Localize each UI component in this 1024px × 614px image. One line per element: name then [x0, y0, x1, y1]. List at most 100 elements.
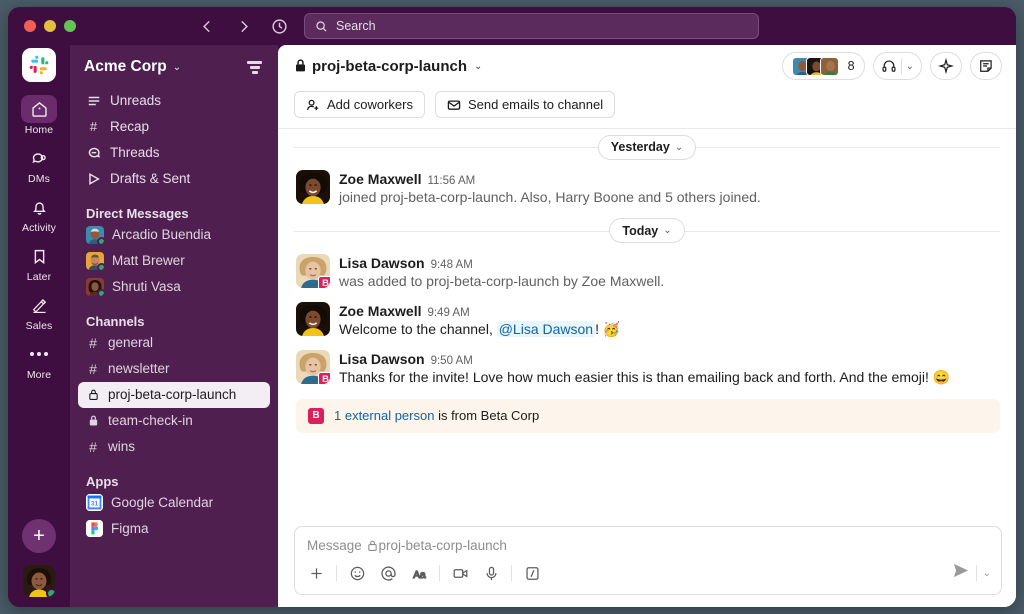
channel-item-newsletter[interactable]: # newsletter [78, 356, 270, 382]
channel-title[interactable]: proj-beta-corp-launch ⌄ [294, 58, 482, 75]
plus-icon[interactable] [305, 562, 327, 584]
message-timestamp[interactable]: 9:50 AM [431, 355, 473, 367]
figma-icon [86, 520, 103, 537]
channel-item-team-check-in[interactable]: team-check-in [78, 408, 270, 434]
presence-indicator [97, 236, 104, 244]
avatar[interactable]: B [296, 349, 330, 384]
chevron-down-icon[interactable]: ⌄ [983, 568, 991, 579]
facepile [791, 56, 839, 76]
format-text-icon[interactable]: Aa [408, 562, 430, 584]
workspace-switcher[interactable]: Acme Corp ⌄ [84, 58, 181, 76]
channel-item-general[interactable]: # general [78, 330, 270, 356]
message-input[interactable]: Message proj-beta-corp-launch [295, 527, 1001, 559]
lock-icon [294, 58, 307, 75]
sidebar-item-unreads[interactable]: Unreads [78, 88, 270, 114]
emoji-icon[interactable] [346, 562, 368, 584]
chevron-down-icon: ⌄ [172, 61, 182, 73]
message-row: Zoe Maxwell 11:56 AM joined proj-beta-co… [278, 165, 1016, 213]
filter-icon[interactable] [243, 57, 266, 78]
rail-label-more: More [26, 369, 52, 381]
message-author[interactable]: Zoe Maxwell [339, 171, 421, 187]
minimize-window-button[interactable] [44, 20, 56, 32]
ai-button[interactable] [930, 52, 962, 80]
message-author[interactable]: Lisa Dawson [339, 255, 425, 271]
date-pill-today[interactable]: Today ⌄ [609, 218, 685, 244]
add-coworkers-button[interactable]: Add coworkers [294, 91, 425, 118]
message-timestamp[interactable]: 9:48 AM [431, 259, 473, 271]
sidebar-item-threads[interactable]: Threads [78, 140, 270, 166]
rail-label-sales: Sales [25, 320, 53, 332]
send-outline-icon [86, 172, 101, 186]
arrow-left-icon[interactable] [198, 17, 216, 35]
presence-indicator [97, 262, 104, 270]
app-item-google-calendar[interactable]: 31 Google Calendar [78, 490, 270, 516]
unreads-icon [86, 94, 101, 108]
dm-item-shruti[interactable]: Shruti Vasa [78, 274, 270, 300]
message-timestamp[interactable]: 11:56 AM [427, 175, 475, 187]
lock-icon [86, 414, 100, 427]
bookmark-icon [21, 242, 57, 270]
date-label: Today [622, 223, 659, 238]
send-emails-label: Send emails to channel [467, 97, 604, 112]
maximize-window-button[interactable] [64, 20, 76, 32]
message-meta: Lisa Dawson 9:50 AM [339, 351, 950, 367]
app-item-figma[interactable]: Figma [78, 516, 270, 542]
rail-item-activity[interactable]: Activity [14, 193, 64, 234]
message-timestamp[interactable]: 9:49 AM [427, 307, 469, 319]
dm-item-arcadio[interactable]: Arcadio Buendia [78, 222, 270, 248]
send-button[interactable] [951, 561, 970, 585]
dm-item-matt[interactable]: Matt Brewer [78, 248, 270, 274]
microphone-icon[interactable] [480, 562, 502, 584]
send-icon [953, 563, 968, 578]
banner-rest: is from Beta Corp [434, 408, 540, 423]
slack-logo[interactable] [22, 48, 56, 82]
message-row: B Lisa Dawson 9:48 AM was added to proj-… [278, 249, 1016, 297]
channel-label-wins: wins [108, 439, 136, 454]
presence-indicator [46, 588, 55, 597]
workspace-name: Acme Corp [84, 58, 167, 76]
slash-command-icon[interactable] [521, 562, 543, 584]
avatar[interactable] [23, 565, 55, 597]
rail-item-later[interactable]: Later [14, 242, 64, 283]
channel-item-proj-beta-corp-launch[interactable]: proj-beta-corp-launch [78, 381, 270, 408]
send-emails-button[interactable]: Send emails to channel [434, 91, 616, 118]
sidebar-item-recap[interactable]: # Recap [78, 114, 270, 140]
avatar[interactable] [296, 301, 330, 336]
message-author[interactable]: Lisa Dawson [339, 351, 425, 367]
clock-icon[interactable] [270, 17, 288, 35]
rail-item-more[interactable]: More [14, 340, 64, 381]
sidebar-item-drafts[interactable]: Drafts & Sent [78, 166, 270, 192]
notes-button[interactable] [970, 52, 1002, 80]
arrow-right-icon[interactable] [234, 17, 252, 35]
section-title-dms: Direct Messages [86, 205, 189, 221]
rail-item-sales[interactable]: Sales [14, 291, 64, 332]
rail-item-home[interactable]: Home [14, 95, 64, 136]
composer-placeholder-channel: proj-beta-corp-launch [378, 538, 507, 553]
video-icon[interactable] [449, 562, 471, 584]
mention-link[interactable]: @Lisa Dawson [496, 320, 596, 337]
message-author[interactable]: Zoe Maxwell [339, 303, 421, 319]
mention-icon[interactable] [377, 562, 399, 584]
search-bar[interactable]: Search [304, 13, 759, 39]
app-label-google-calendar: Google Calendar [111, 495, 214, 510]
sidebar-label-unreads: Unreads [110, 93, 162, 108]
external-person-link[interactable]: 1 external person [334, 408, 434, 423]
chevron-down-icon[interactable]: ⌄ [906, 61, 914, 72]
rail-item-dms[interactable]: DMs [14, 144, 64, 185]
nav-controls [198, 17, 288, 35]
channel-label-team-check-in: team-check-in [108, 413, 193, 428]
message-list[interactable]: Yesterday ⌄ Zoe Maxwell 11:56 AM joined … [278, 129, 1016, 520]
message-text: Thanks for the invite! Love how much eas… [339, 368, 951, 385]
message-composer[interactable]: Message proj-beta-corp-launch Aa ⌄ [294, 526, 1002, 595]
message-row: Zoe Maxwell 9:49 AM Welcome to the chann… [278, 297, 1016, 345]
new-message-button[interactable]: + [22, 519, 56, 553]
date-pill-yesterday[interactable]: Yesterday ⌄ [597, 134, 697, 160]
members-button[interactable]: 8 [781, 52, 865, 80]
external-badge: B [318, 371, 330, 384]
close-window-button[interactable] [24, 20, 36, 32]
huddle-button[interactable]: ⌄ [872, 52, 922, 80]
message-body: Zoe Maxwell 9:49 AM Welcome to the chann… [339, 302, 620, 340]
avatar[interactable]: B [296, 253, 330, 288]
avatar[interactable] [296, 170, 330, 204]
channel-item-wins[interactable]: # wins [78, 434, 270, 460]
